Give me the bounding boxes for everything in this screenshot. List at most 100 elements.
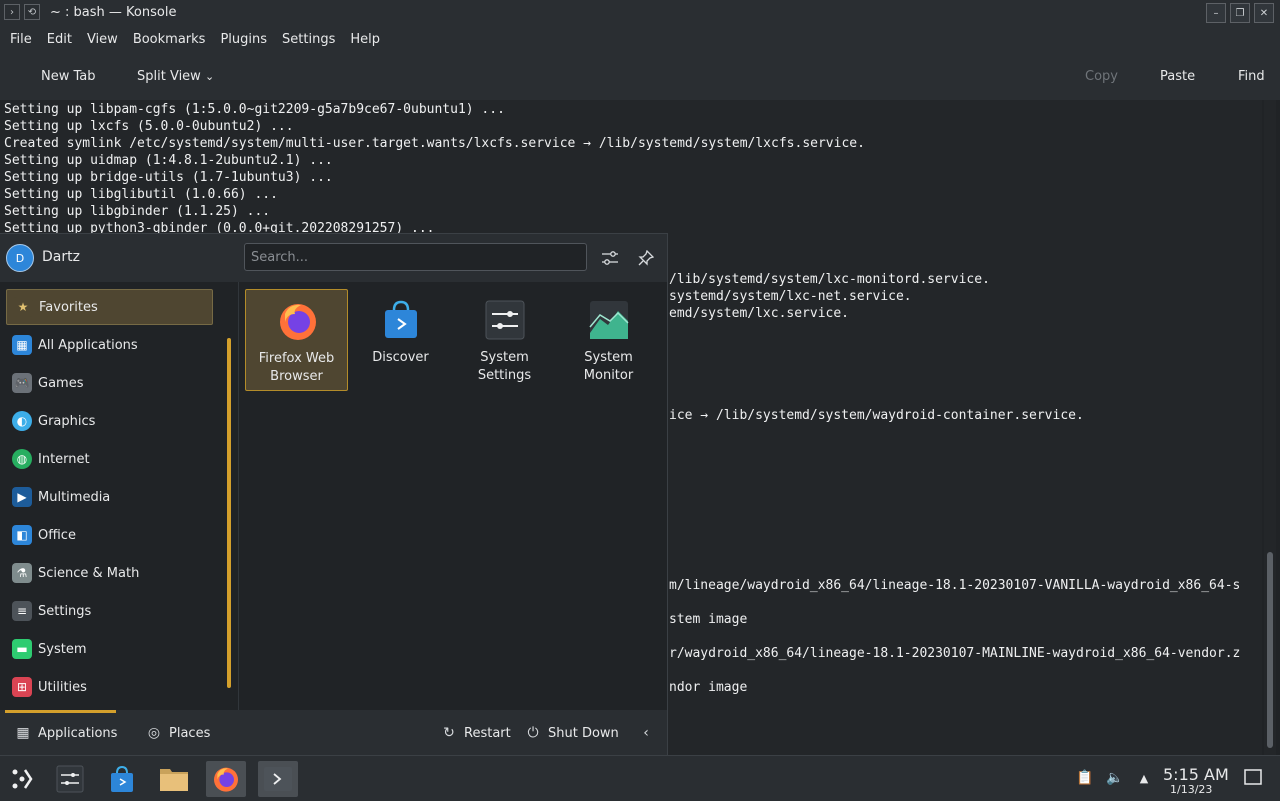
split-view-button[interactable]: Split View bbox=[137, 69, 201, 84]
power-icon: ⏻ bbox=[527, 725, 539, 741]
tab-label: Applications bbox=[38, 725, 118, 741]
terminal-line: /lib/systemd/system/lxc-monitord.service… bbox=[669, 272, 990, 287]
clock-date[interactable]: 1/13/23 bbox=[1170, 783, 1212, 796]
avatar[interactable]: D bbox=[6, 244, 34, 272]
terminal-scrollbar[interactable] bbox=[1264, 100, 1276, 760]
configure-icon[interactable] bbox=[598, 246, 622, 270]
office-icon: ◧ bbox=[12, 525, 32, 545]
more-options-button[interactable]: ‹ bbox=[637, 724, 661, 742]
category-utilities[interactable]: ⊞ Utilities bbox=[6, 669, 213, 705]
task-system-settings[interactable] bbox=[50, 761, 90, 797]
menu-view[interactable]: View bbox=[87, 32, 118, 47]
terminal-line: Setting up libglibutil (1.0.66) ... bbox=[4, 187, 278, 202]
shutdown-button[interactable]: ⏻ Shut Down bbox=[524, 724, 619, 742]
terminal-line: Setting up libgbinder (1.1.25) ... bbox=[4, 204, 271, 219]
category-system[interactable]: ▬ System bbox=[6, 631, 213, 667]
new-tab-button[interactable]: New Tab bbox=[41, 69, 96, 84]
gamepad-icon: 🎮 bbox=[12, 373, 32, 393]
toolbox-icon: ⊞ bbox=[12, 677, 32, 697]
science-icon: ⚗ bbox=[12, 563, 32, 583]
task-discover[interactable] bbox=[102, 761, 142, 797]
category-settings[interactable]: ≡ Settings bbox=[6, 593, 213, 629]
copy-button[interactable]: Copy bbox=[1085, 69, 1118, 84]
menu-plugins[interactable]: Plugins bbox=[220, 32, 267, 47]
category-label: Utilities bbox=[38, 679, 87, 695]
pin-window-icon[interactable]: ⟲ bbox=[24, 4, 40, 20]
menu-bookmarks[interactable]: Bookmarks bbox=[133, 32, 206, 47]
category-favorites[interactable]: ★ Favorites bbox=[6, 289, 213, 325]
clock-time[interactable]: 5:15 AM bbox=[1163, 765, 1229, 784]
search-input[interactable] bbox=[244, 243, 587, 271]
scrollbar-thumb[interactable] bbox=[1267, 552, 1273, 748]
category-label: Graphics bbox=[38, 413, 96, 429]
system-settings-icon bbox=[56, 765, 84, 793]
category-internet[interactable]: ◍ Internet bbox=[6, 441, 213, 477]
applications-icon: ▦ bbox=[16, 725, 30, 741]
menu-edit[interactable]: Edit bbox=[47, 32, 72, 47]
category-all-applications[interactable]: ▦ All Applications bbox=[6, 327, 213, 363]
category-label: All Applications bbox=[38, 337, 138, 353]
konsole-icon: › bbox=[4, 4, 20, 20]
app-launcher-button[interactable] bbox=[2, 761, 42, 797]
chevron-left-icon: ‹ bbox=[643, 725, 649, 741]
volume-icon[interactable]: 🔈 bbox=[1106, 769, 1124, 787]
graphics-icon: ◐ bbox=[12, 411, 32, 431]
show-desktop-icon[interactable] bbox=[1244, 768, 1262, 786]
system-settings-icon bbox=[485, 300, 525, 340]
category-label: Science & Math bbox=[38, 565, 140, 581]
terminal-line: ice → /lib/systemd/system/waydroid-conta… bbox=[669, 408, 1084, 423]
file-manager-icon bbox=[160, 769, 188, 791]
category-label: Favorites bbox=[39, 299, 98, 315]
restart-button[interactable]: ↻ Restart bbox=[440, 724, 511, 742]
menu-help[interactable]: Help bbox=[350, 32, 380, 47]
terminal-line: stem image bbox=[669, 612, 748, 627]
app-system-monitor[interactable]: System Monitor bbox=[557, 289, 660, 391]
maximize-button[interactable]: ❐ bbox=[1230, 3, 1250, 23]
user-name: Dartz bbox=[42, 249, 80, 265]
paste-button[interactable]: Paste bbox=[1160, 69, 1195, 84]
app-discover[interactable]: Discover bbox=[349, 289, 452, 391]
terminal-line: emd/system/lxc.service. bbox=[669, 306, 850, 321]
terminal-line: Setting up uidmap (1:4.8.1-2ubuntu2.1) .… bbox=[4, 153, 333, 168]
app-label: System Settings bbox=[477, 350, 532, 383]
app-label: Firefox Web Browser bbox=[258, 351, 335, 384]
system-monitor-icon bbox=[589, 301, 629, 339]
task-file-manager[interactable] bbox=[154, 761, 194, 797]
firefox-icon bbox=[214, 767, 238, 792]
tab-places[interactable]: ◎ Places bbox=[145, 724, 210, 742]
globe-icon: ◍ bbox=[12, 449, 32, 469]
taskbar: 📋 🔈 ▲ 5:15 AM 1/13/23 bbox=[0, 755, 1280, 801]
restart-label: Restart bbox=[464, 725, 511, 741]
category-science-math[interactable]: ⚗ Science & Math bbox=[6, 555, 213, 591]
find-button[interactable]: Find bbox=[1238, 69, 1265, 84]
task-firefox[interactable] bbox=[206, 761, 246, 797]
tab-applications[interactable]: ▦ Applications bbox=[14, 724, 117, 742]
app-system-settings[interactable]: System Settings bbox=[453, 289, 556, 391]
menu-settings[interactable]: Settings bbox=[282, 32, 335, 47]
terminal-line: m/lineage/waydroid_x86_64/lineage-18.1-2… bbox=[669, 578, 1241, 593]
active-tab-indicator bbox=[5, 710, 116, 713]
menu-file[interactable]: File bbox=[10, 32, 32, 47]
shutdown-label: Shut Down bbox=[548, 725, 619, 741]
clipboard-icon[interactable]: 📋 bbox=[1076, 769, 1094, 787]
system-icon: ▬ bbox=[12, 639, 32, 659]
category-games[interactable]: 🎮 Games bbox=[6, 365, 213, 401]
close-button[interactable]: ✕ bbox=[1254, 3, 1274, 23]
category-label: System bbox=[38, 641, 87, 657]
category-office[interactable]: ◧ Office bbox=[6, 517, 213, 553]
pin-icon[interactable] bbox=[634, 246, 658, 270]
show-hidden-icons-icon[interactable]: ▲ bbox=[1135, 769, 1153, 787]
konsole-icon bbox=[264, 767, 292, 791]
chevron-down-icon[interactable]: ⌄ bbox=[205, 70, 214, 83]
minimize-button[interactable]: – bbox=[1206, 3, 1226, 23]
discover-icon bbox=[111, 765, 133, 792]
category-graphics[interactable]: ◐ Graphics bbox=[6, 403, 213, 439]
category-multimedia[interactable]: ▶ Multimedia bbox=[6, 479, 213, 515]
divider bbox=[238, 282, 239, 710]
category-label: Internet bbox=[38, 451, 90, 467]
category-label: Games bbox=[38, 375, 84, 391]
app-firefox[interactable]: Firefox Web Browser bbox=[245, 289, 348, 391]
task-konsole[interactable] bbox=[258, 761, 298, 797]
category-scrollbar[interactable] bbox=[227, 338, 231, 688]
multimedia-icon: ▶ bbox=[12, 487, 32, 507]
